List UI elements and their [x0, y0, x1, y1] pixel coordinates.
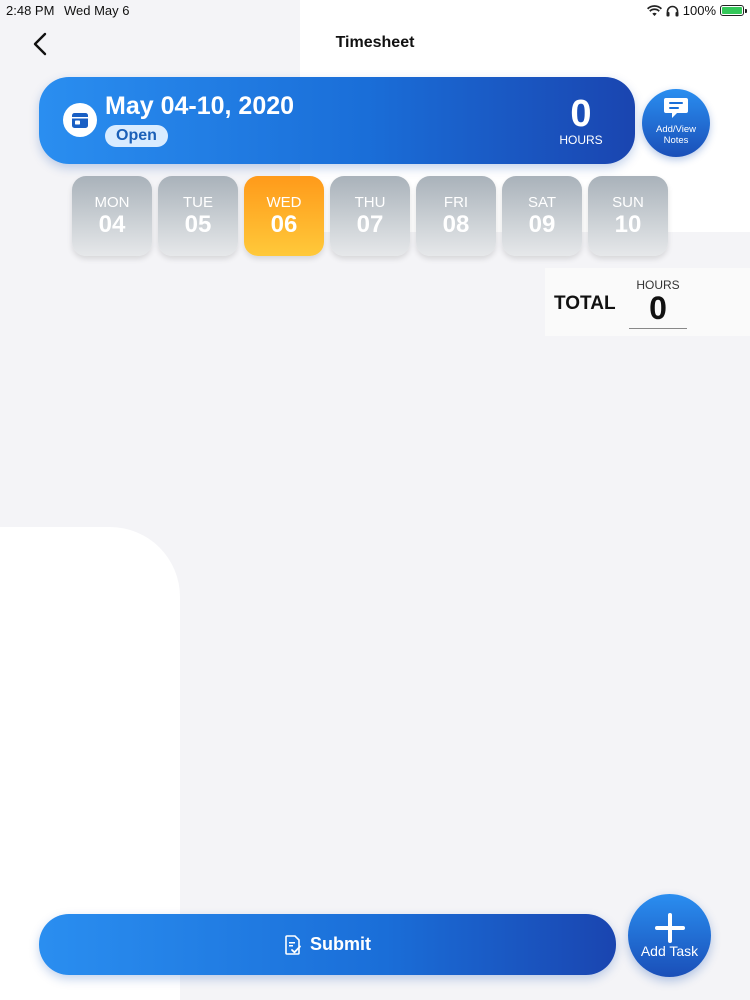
- total-hours-box: TOTAL HOURS 0: [545, 268, 750, 336]
- day-tile-mon[interactable]: MON 04: [72, 176, 152, 256]
- day-name: SUN: [612, 194, 644, 211]
- day-number: 10: [614, 211, 642, 238]
- day-number: 08: [442, 211, 470, 238]
- day-tile-sat[interactable]: SAT 09: [502, 176, 582, 256]
- wifi-icon: [646, 4, 662, 16]
- day-name: TUE: [183, 194, 213, 211]
- clipboard-check-icon: [285, 934, 301, 955]
- page-title: Timesheet: [335, 34, 415, 51]
- status-badge: Open: [105, 125, 168, 147]
- day-name: FRI: [443, 194, 469, 211]
- add-task-button[interactable]: Add Task: [628, 894, 711, 977]
- day-number: 05: [184, 211, 212, 238]
- total-label: TOTAL: [554, 293, 616, 314]
- status-indicators: 100%: [646, 3, 747, 18]
- battery-percent: 100%: [682, 3, 716, 18]
- status-date: Wed May 6: [64, 3, 130, 18]
- battery-icon: [720, 5, 747, 16]
- week-hours: 0 HOURS: [551, 95, 611, 147]
- week-summary-card[interactable]: May 04-10, 2020 Open 0 HOURS: [39, 77, 635, 164]
- total-hours-value: 0: [629, 290, 687, 329]
- week-hours-label: HOURS: [559, 133, 603, 147]
- headphones-icon: [666, 5, 679, 16]
- day-name: THU: [354, 194, 386, 211]
- day-tile-tue[interactable]: TUE 05: [158, 176, 238, 256]
- day-number: 09: [528, 211, 556, 238]
- add-task-label: Add Task: [640, 943, 699, 959]
- day-selector: MON 04 TUE 05 WED 06 THU 07 FRI 08 SAT 0…: [72, 176, 668, 256]
- day-tile-wed[interactable]: WED 06: [244, 176, 324, 256]
- day-tile-sun[interactable]: SUN 10: [588, 176, 668, 256]
- day-tile-thu[interactable]: THU 07: [330, 176, 410, 256]
- status-bar: 2:48 PM Wed May 6 100%: [0, 0, 750, 22]
- submit-button[interactable]: Submit: [39, 914, 616, 975]
- add-view-notes-button[interactable]: Add/View Notes: [642, 89, 710, 157]
- week-range-title: May 04-10, 2020: [105, 92, 295, 120]
- submit-label: Submit: [310, 934, 371, 954]
- calendar-icon[interactable]: [63, 103, 97, 137]
- day-number: 04: [98, 211, 126, 238]
- status-time: 2:48 PM: [6, 3, 55, 18]
- day-name: WED: [266, 194, 302, 211]
- notes-label-line1: Add/View: [656, 124, 696, 135]
- day-number: 06: [270, 211, 298, 238]
- day-name: MON: [94, 194, 130, 211]
- week-hours-value: 0: [570, 93, 592, 135]
- notes-label-line2: Notes: [663, 135, 689, 146]
- day-number: 07: [356, 211, 384, 238]
- plus-icon: [654, 913, 685, 943]
- day-name: SAT: [527, 194, 557, 211]
- day-tile-fri[interactable]: FRI 08: [416, 176, 496, 256]
- chat-bubble-icon: [664, 98, 688, 118]
